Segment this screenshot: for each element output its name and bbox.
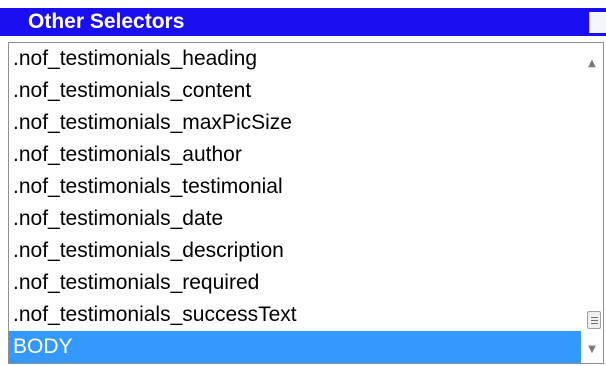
list-item[interactable]: .nof_testimonials_description bbox=[9, 235, 581, 267]
list-item[interactable]: .nof_testimonials_author bbox=[9, 139, 581, 171]
scroll-grip-icon bbox=[591, 317, 598, 318]
list-item[interactable]: .nof_testimonials_maxPicSize bbox=[9, 107, 581, 139]
list-item[interactable]: .nof_testimonials_successText bbox=[9, 299, 581, 331]
list-item-selected[interactable]: BODY bbox=[9, 331, 581, 363]
list-item[interactable]: .nof_testimonials_heading bbox=[9, 43, 581, 75]
panel-header: Other Selectors bbox=[0, 8, 606, 36]
selectors-listbox[interactable]: .nof_testimonials_heading .nof_testimoni… bbox=[8, 42, 604, 364]
list-item[interactable]: .nof_testimonials_date bbox=[9, 203, 581, 235]
list-item[interactable]: .nof_testimonials_content bbox=[9, 75, 581, 107]
panel-title: Other Selectors bbox=[28, 10, 185, 33]
list-item[interactable]: .nof_testimonials_testimonial bbox=[9, 171, 581, 203]
scroll-grip-icon bbox=[591, 323, 598, 324]
triangle-up-icon[interactable]: ▲ bbox=[581, 53, 603, 75]
scroll-grip-icon bbox=[591, 320, 598, 321]
vertical-scrollbar[interactable]: ▲ ▼ bbox=[581, 43, 603, 363]
header-corner-box bbox=[589, 12, 606, 33]
triangle-down-icon[interactable]: ▼ bbox=[581, 339, 603, 361]
list-item[interactable]: .nof_testimonials_required bbox=[9, 267, 581, 299]
selectors-list: .nof_testimonials_heading .nof_testimoni… bbox=[9, 43, 581, 363]
other-selectors-panel: Other Selectors .nof_testimonials_headin… bbox=[0, 0, 606, 366]
scroll-thumb[interactable] bbox=[587, 311, 601, 329]
